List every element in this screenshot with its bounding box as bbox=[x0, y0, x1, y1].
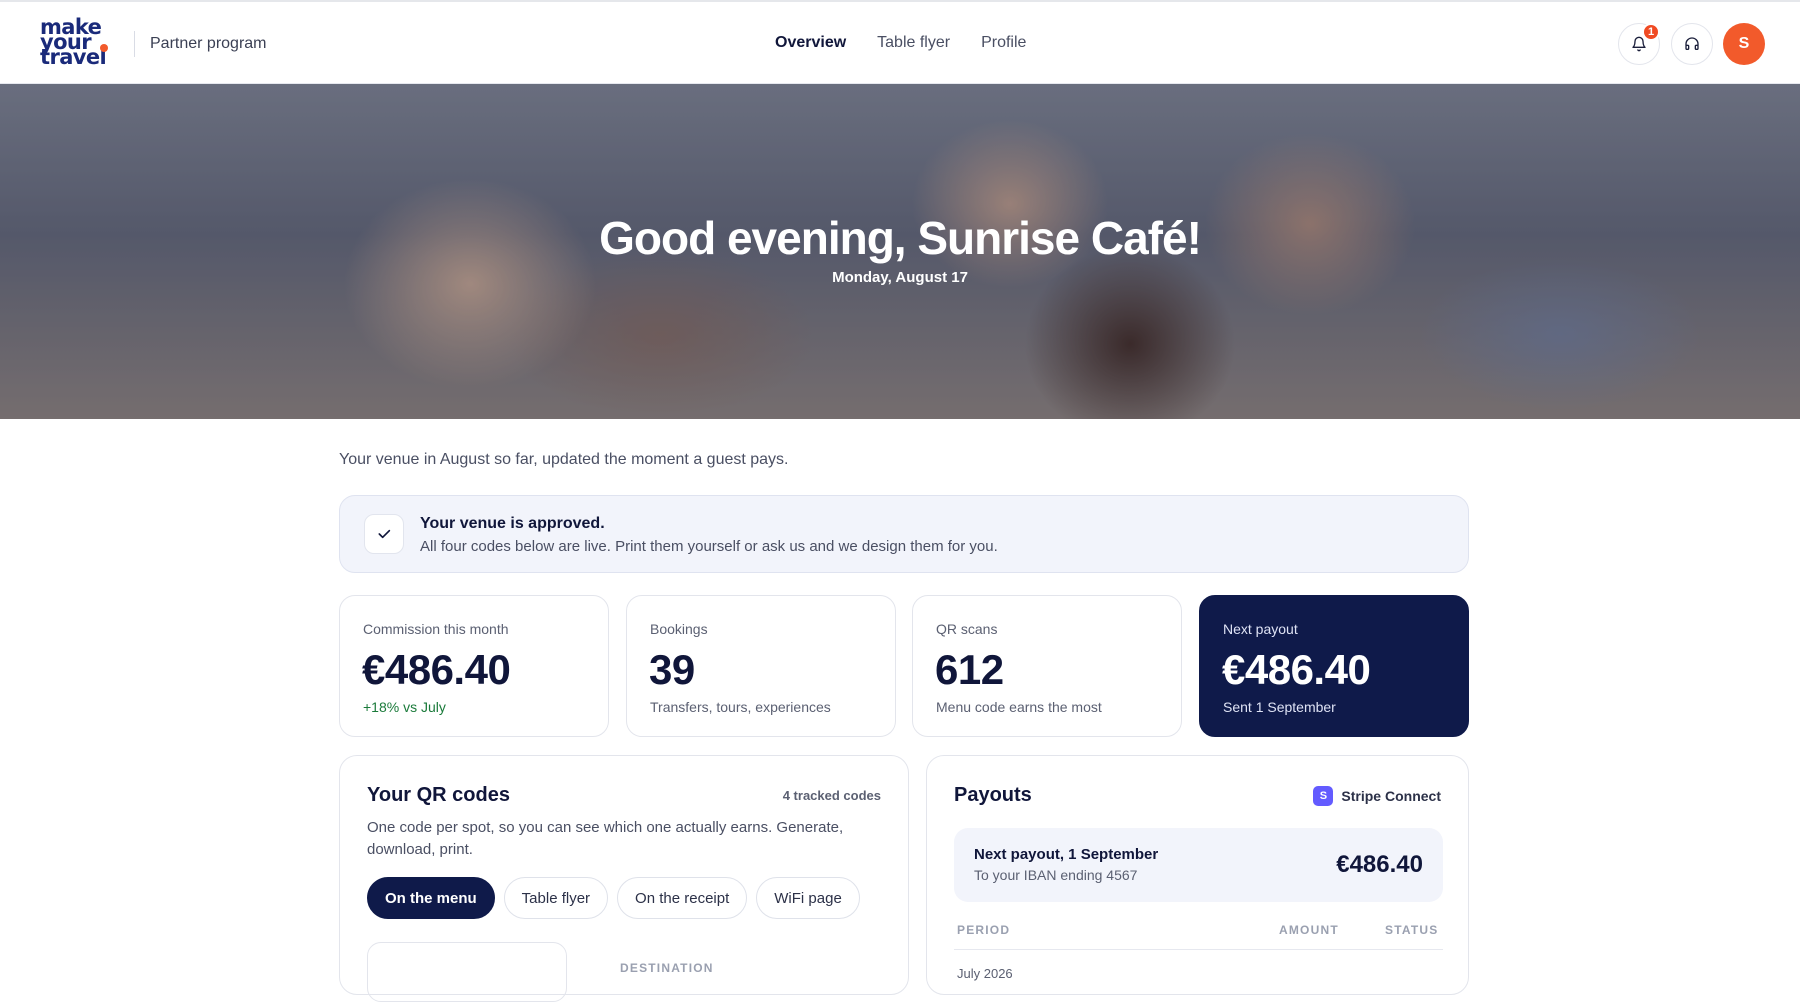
next-payout-iban: To your IBAN ending 4567 bbox=[974, 867, 1138, 883]
stat-label: Bookings bbox=[650, 621, 708, 637]
stripe-connect-label: Stripe Connect bbox=[1341, 788, 1441, 804]
support-button[interactable] bbox=[1671, 23, 1713, 65]
logo-dot bbox=[100, 44, 108, 52]
nav-overview[interactable]: Overview bbox=[775, 34, 846, 52]
greeting-date: Monday, August 17 bbox=[832, 269, 968, 286]
main-nav: Overview Table flyer Profile bbox=[775, 34, 1026, 52]
qr-codes-title: Your QR codes bbox=[367, 784, 510, 806]
qr-code-preview bbox=[367, 942, 567, 1002]
top-bar: make your travel Partner program Overvie… bbox=[0, 0, 1800, 84]
checkmark-icon bbox=[378, 529, 391, 539]
headset-icon bbox=[1685, 37, 1699, 50]
stat-qr-scans: QR scans 612 Menu code earns the most bbox=[912, 595, 1182, 737]
tab-on-the-receipt[interactable]: On the receipt bbox=[617, 877, 748, 919]
nav-profile[interactable]: Profile bbox=[981, 34, 1026, 52]
header-divider bbox=[134, 31, 135, 57]
column-header-period: PERIOD bbox=[957, 923, 1011, 937]
user-avatar[interactable]: S bbox=[1723, 23, 1765, 65]
qr-code-tabs: On the menu Table flyer On the receipt W… bbox=[367, 877, 860, 919]
column-header-status: STATUS bbox=[1385, 923, 1439, 937]
qr-codes-description: One code per spot, so you can see which … bbox=[367, 819, 844, 858]
stat-sub: Transfers, tours, experiences bbox=[650, 699, 831, 715]
stat-label: QR scans bbox=[936, 621, 998, 637]
qr-codes-count: 4 tracked codes bbox=[782, 788, 881, 803]
intro-text: Your venue in August so far, updated the… bbox=[339, 451, 789, 468]
hero-banner: Good evening, Sunrise Café! Monday, Augu… bbox=[0, 84, 1800, 419]
approval-check-box bbox=[364, 514, 404, 554]
approval-banner: Your venue is approved. All four codes b… bbox=[339, 495, 1469, 573]
greeting-title: Good evening, Sunrise Café! bbox=[599, 212, 1202, 264]
stat-commission: Commission this month €486.40 +18% vs Ju… bbox=[339, 595, 609, 737]
stat-trend: +18% vs July bbox=[363, 699, 446, 715]
stat-label: Commission this month bbox=[363, 621, 509, 637]
next-payout-amount: €486.40 bbox=[1336, 851, 1423, 878]
column-header-amount: AMOUNT bbox=[1279, 923, 1339, 937]
table-header-rule bbox=[954, 949, 1443, 950]
partner-program-label: Partner program bbox=[150, 35, 267, 52]
tab-table-flyer[interactable]: Table flyer bbox=[503, 877, 609, 919]
payout-row-period: July 2026 bbox=[957, 966, 1013, 981]
stat-bookings: Bookings 39 Transfers, tours, experience… bbox=[626, 595, 896, 737]
next-payout-card: Next payout, 1 September To your IBAN en… bbox=[954, 828, 1443, 902]
make-your-travel-logo[interactable]: make your travel bbox=[40, 17, 122, 70]
nav-table-flyer[interactable]: Table flyer bbox=[877, 34, 950, 52]
destination-label: DESTINATION bbox=[620, 961, 714, 975]
stripe-connect-link[interactable]: S Stripe Connect bbox=[1313, 786, 1441, 806]
stripe-icon: S bbox=[1313, 786, 1334, 806]
stat-value: 612 bbox=[935, 646, 1004, 693]
approval-message: All four codes below are live. Print the… bbox=[420, 538, 998, 555]
stat-next-payout: Next payout €486.40 Sent 1 September bbox=[1199, 595, 1469, 737]
stat-label: Next payout bbox=[1223, 621, 1298, 637]
stat-value: 39 bbox=[649, 646, 695, 693]
qr-codes-panel: Your QR codes 4 tracked codes One code p… bbox=[339, 755, 909, 1002]
notification-badge: 1 bbox=[1642, 23, 1660, 41]
stat-value: €486.40 bbox=[1222, 646, 1371, 693]
stat-sub: Menu code earns the most bbox=[936, 699, 1102, 715]
stat-value: €486.40 bbox=[362, 646, 511, 693]
tab-wifi-page[interactable]: WiFi page bbox=[756, 877, 860, 919]
approval-title: Your venue is approved. bbox=[420, 515, 605, 532]
payouts-panel: Payouts S Stripe Connect Next payout, 1 … bbox=[926, 755, 1469, 995]
next-payout-title: Next payout, 1 September bbox=[974, 846, 1159, 863]
stat-sub: Sent 1 September bbox=[1223, 699, 1336, 715]
tab-on-the-menu[interactable]: On the menu bbox=[367, 877, 495, 919]
payouts-title: Payouts bbox=[954, 784, 1032, 806]
